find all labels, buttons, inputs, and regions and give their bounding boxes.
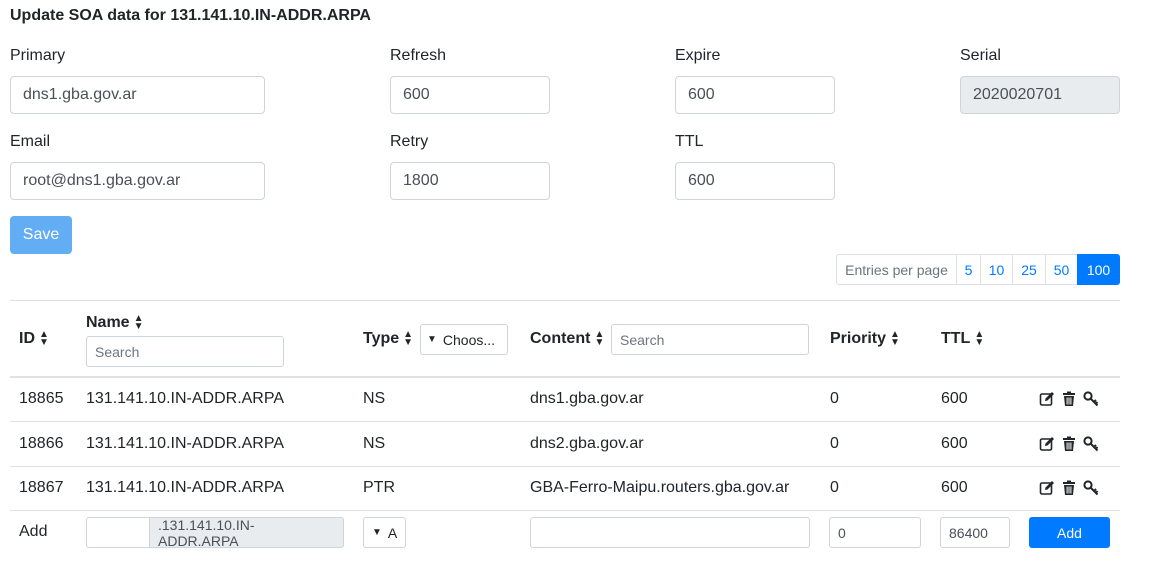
email-input[interactable]: root@dns1.gba.gov.ar	[10, 162, 265, 200]
ttl-label: TTL	[675, 133, 704, 150]
add-priority-input[interactable]: 0	[829, 517, 921, 548]
row-2-type: NS	[363, 435, 386, 452]
key-icon[interactable]	[1083, 480, 1099, 496]
serial-label: Serial	[960, 47, 1001, 64]
edit-icon[interactable]	[1039, 391, 1055, 407]
row-1-content: dns1.gba.gov.ar	[530, 390, 644, 407]
row-3-id: 18867	[19, 479, 64, 496]
row-2-actions	[1039, 436, 1099, 452]
header-ttl-label: TTL	[941, 330, 971, 347]
sort-icon: ▲ ▼	[974, 329, 985, 348]
key-icon[interactable]	[1083, 391, 1099, 407]
header-priority-label: Priority	[830, 330, 887, 347]
header-ttl[interactable]: TTL ▲ ▼	[941, 330, 984, 348]
header-content-label: Content	[530, 330, 591, 347]
refresh-input[interactable]: 600	[390, 76, 550, 114]
primary-label: Primary	[10, 47, 66, 64]
page-size-25[interactable]: 25	[1012, 254, 1046, 285]
header-type-label: Type	[363, 330, 400, 347]
sort-icon: ▲ ▼	[890, 329, 900, 348]
row-2-content: dns2.gba.gov.ar	[530, 435, 644, 452]
row-1-name: 131.141.10.IN-ADDR.ARPA	[86, 390, 285, 407]
row-3-ttl: 600	[941, 479, 968, 496]
row-divider	[10, 466, 1120, 467]
content-filter-input[interactable]: Search	[611, 324, 809, 355]
sort-icon: ▲ ▼	[39, 329, 49, 348]
primary-input[interactable]: dns1.gba.gov.ar	[10, 76, 265, 114]
retry-input[interactable]: 1800	[390, 162, 550, 200]
page-size-100[interactable]: 100	[1077, 254, 1120, 285]
header-priority[interactable]: Priority ▲ ▼	[830, 330, 900, 348]
header-content[interactable]: Content ▲ ▼	[530, 330, 604, 348]
caret-down-icon: ▼	[427, 334, 437, 345]
save-button[interactable]: Save	[10, 216, 72, 254]
edit-icon[interactable]	[1039, 436, 1055, 452]
add-record-button[interactable]: Add	[1029, 517, 1110, 548]
header-id-label: ID	[19, 330, 35, 347]
row-divider	[10, 510, 1120, 511]
row-1-priority: 0	[830, 390, 839, 407]
caret-down-icon: ▼	[372, 527, 382, 538]
name-filter-input[interactable]: Search	[86, 336, 284, 367]
header-name-label: Name	[86, 314, 130, 331]
page-title: Update SOA data for 131.141.10.IN-ADDR.A…	[10, 7, 371, 24]
row-3-priority: 0	[830, 479, 839, 496]
expire-label: Expire	[675, 47, 721, 64]
sort-icon: ▲ ▼	[403, 329, 414, 348]
serial-input: 2020020701	[960, 76, 1120, 114]
row-2-ttl: 600	[941, 435, 968, 452]
page-size-5[interactable]: 5	[956, 254, 981, 285]
add-row-label: Add	[19, 523, 48, 540]
row-3-type: PTR	[363, 479, 395, 496]
retry-label: Retry	[390, 133, 429, 150]
add-name-group: .131.141.10.IN-ADDR.ARPA	[86, 517, 344, 549]
type-filter-label: Choos...	[442, 331, 496, 348]
row-1-id: 18865	[19, 390, 64, 407]
trash-icon[interactable]	[1061, 480, 1077, 496]
entries-per-page-label: Entries per page	[836, 254, 957, 285]
header-name[interactable]: Name ▲ ▼	[86, 314, 143, 332]
edit-icon[interactable]	[1039, 480, 1055, 496]
sort-icon: ▲ ▼	[133, 313, 144, 332]
row-1-actions	[1039, 391, 1099, 407]
row-3-actions	[1039, 480, 1099, 496]
table-top-border	[10, 300, 1120, 301]
header-type[interactable]: Type ▲ ▼	[363, 330, 413, 348]
table-header-border	[10, 376, 1120, 378]
row-2-id: 18866	[19, 435, 64, 452]
add-name-input[interactable]	[86, 517, 150, 548]
add-ttl-input[interactable]: 86400	[940, 517, 1010, 548]
header-id[interactable]: ID ▲ ▼	[19, 330, 49, 348]
entries-per-page: Entries per page 5 10 25 50 100	[836, 254, 1120, 285]
row-1-ttl: 600	[941, 390, 968, 407]
page-size-50[interactable]: 50	[1045, 254, 1078, 285]
page-size-10[interactable]: 10	[980, 254, 1013, 285]
ttl-input[interactable]: 600	[675, 162, 835, 200]
add-type-value: A	[387, 524, 398, 541]
type-filter-select[interactable]: ▼ Choos...	[420, 324, 508, 355]
add-content-input[interactable]	[530, 517, 810, 548]
sort-icon: ▲ ▼	[594, 329, 605, 348]
add-type-select[interactable]: ▼ A	[363, 517, 406, 548]
trash-icon[interactable]	[1061, 436, 1077, 452]
row-divider	[10, 421, 1120, 422]
expire-input[interactable]: 600	[675, 76, 835, 114]
trash-icon[interactable]	[1061, 391, 1077, 407]
row-2-priority: 0	[830, 435, 839, 452]
row-1-type: NS	[363, 390, 386, 407]
refresh-label: Refresh	[390, 47, 447, 64]
key-icon[interactable]	[1083, 436, 1099, 452]
row-2-name: 131.141.10.IN-ADDR.ARPA	[86, 435, 285, 452]
email-label: Email	[10, 133, 51, 150]
row-3-content: GBA-Ferro-Maipu.routers.gba.gov.ar	[530, 479, 790, 496]
add-name-suffix: .131.141.10.IN-ADDR.ARPA	[150, 517, 344, 549]
row-3-name: 131.141.10.IN-ADDR.ARPA	[86, 479, 285, 496]
